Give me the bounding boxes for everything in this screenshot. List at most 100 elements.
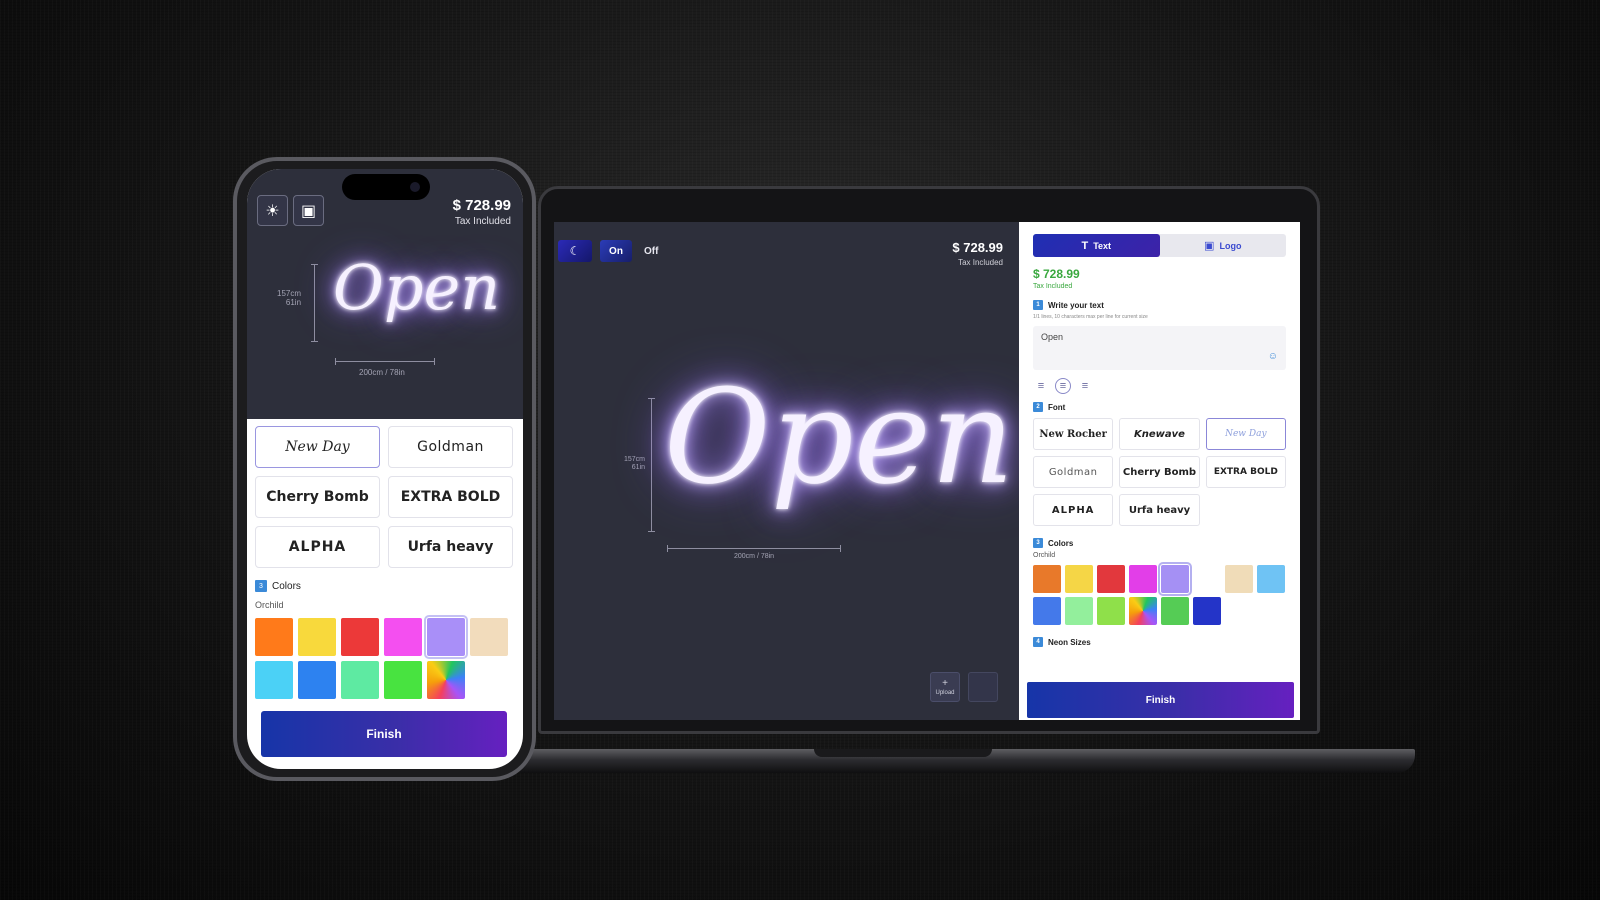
width-dimension-line: [335, 358, 435, 365]
phone-price-tax: Tax Included: [454, 216, 511, 227]
font-option-goldman[interactable]: Goldman: [1033, 456, 1114, 488]
color-swatch[interactable]: [1097, 565, 1125, 593]
color-swatch[interactable]: [424, 615, 468, 659]
section-colors: 3 Colors: [255, 580, 513, 592]
font-option-knewave[interactable]: Knewave: [1119, 418, 1200, 450]
color-swatch[interactable]: [1065, 597, 1093, 625]
text-align-group: ≡ ≡ ≡: [1033, 378, 1286, 394]
height-cm: 157cm: [624, 456, 646, 463]
text-limit-hint: 1/1 lines, 10 characters max per line fo…: [1033, 314, 1148, 320]
height-dimension-label: 157cm 61in: [624, 456, 645, 473]
moon-icon: ☾: [569, 244, 581, 258]
panel-price: $ 728.99 Tax Included: [1033, 267, 1286, 290]
tab-text-label: Text: [1093, 240, 1112, 251]
color-swatch[interactable]: [298, 618, 336, 656]
image-icon[interactable]: ▣: [293, 195, 324, 226]
dark-mode-button[interactable]: ☾: [558, 240, 592, 262]
font-option-cherry-bomb[interactable]: Cherry Bomb: [255, 476, 380, 518]
font-option-new-day[interactable]: New Day: [255, 426, 380, 468]
section-number: 3: [255, 580, 267, 592]
color-swatch[interactable]: [1193, 565, 1221, 593]
color-swatch[interactable]: [427, 661, 465, 699]
price-tax-note: Tax Included: [958, 258, 1003, 267]
color-swatch[interactable]: [298, 661, 336, 699]
section-neon-sizes: 4 Neon Sizes: [1033, 637, 1286, 647]
tab-logo[interactable]: ▣ Logo: [1160, 234, 1287, 257]
mode-tabs: T Text ▣ Logo: [1033, 234, 1286, 257]
neon-preview-area: ☾ On Off $ 728.99 Tax Included 157cm 61i…: [554, 222, 1019, 720]
section-write-text: 1 Write your text: [1033, 300, 1286, 310]
upload-background-button[interactable]: + Upload: [930, 672, 960, 702]
control-panel: T Text ▣ Logo $ 728.99 Tax Included 1 Wr…: [1019, 222, 1300, 720]
section-font: 2 Font: [1033, 402, 1286, 412]
font-option-extra-bold[interactable]: EXTRA BOLD: [1205, 456, 1286, 488]
price-amount: $ 728.99: [952, 240, 1003, 255]
height-in: 61in: [631, 464, 646, 472]
width-dimension-label: 200cm / 78in: [359, 368, 405, 377]
selected-color-name: Orchild: [255, 600, 284, 610]
align-left-icon[interactable]: ≡: [1033, 378, 1049, 394]
color-swatch-grid: [1033, 562, 1286, 625]
font-option-cherry-bomb[interactable]: Cherry Bomb: [1119, 456, 1200, 488]
color-swatch[interactable]: [341, 661, 379, 699]
width-dimension-line: [667, 545, 841, 552]
font-option-new-day[interactable]: New Day: [1205, 418, 1286, 450]
phone-price-amount: $ 728.99: [452, 197, 511, 214]
section-number: 3: [1033, 538, 1043, 548]
color-swatch[interactable]: [1129, 597, 1157, 625]
font-option-goldman[interactable]: Goldman: [388, 426, 513, 468]
color-swatch[interactable]: [384, 661, 422, 699]
light-on-button[interactable]: On: [600, 240, 632, 262]
color-swatch[interactable]: [1065, 565, 1093, 593]
background-thumbnail[interactable]: [968, 672, 998, 702]
section-title: Colors: [1048, 538, 1074, 548]
color-swatch[interactable]: [255, 618, 293, 656]
phone-screen: ☀ ▣ $ 728.99 Tax Included 157cm 61in Ope…: [247, 169, 523, 769]
width-dimension-label: 200cm / 78in: [734, 553, 775, 560]
tab-text[interactable]: T Text: [1033, 234, 1160, 257]
color-swatch-grid: [255, 615, 513, 699]
color-swatch[interactable]: [1097, 597, 1125, 625]
color-swatch[interactable]: [1033, 597, 1061, 625]
phone-toolbar: ☀ ▣: [257, 195, 324, 226]
finish-button[interactable]: Finish: [261, 711, 507, 757]
section-number: 4: [1033, 637, 1043, 647]
font-grid: New Rocher Knewave New Day Goldman Cherr…: [1033, 418, 1286, 526]
light-off-button[interactable]: Off: [640, 246, 662, 257]
phone-controls: New Day Goldman Cherry Bomb EXTRA BOLD A…: [247, 419, 523, 757]
phone-preview-area: ☀ ▣ $ 728.99 Tax Included 157cm 61in Ope…: [247, 169, 523, 419]
section-title: Font: [1048, 402, 1066, 412]
color-swatch[interactable]: [1033, 565, 1061, 593]
laptop-notch: [814, 749, 992, 757]
color-swatch[interactable]: [255, 661, 293, 699]
align-right-icon[interactable]: ≡: [1077, 378, 1093, 394]
font-option-new-rocher[interactable]: New Rocher: [1033, 418, 1114, 450]
color-swatch[interactable]: [1161, 597, 1189, 625]
color-swatch[interactable]: [1225, 565, 1253, 593]
font-option-extra-bold[interactable]: EXTRA BOLD: [388, 476, 513, 518]
font-option-alpha[interactable]: ALPHA: [1033, 494, 1114, 526]
color-swatch[interactable]: [470, 618, 508, 656]
section-number: 2: [1033, 402, 1043, 412]
align-center-icon[interactable]: ≡: [1055, 378, 1071, 394]
height-dimension-label: 157cm 61in: [277, 289, 301, 307]
font-option-urfa-heavy[interactable]: Urfa heavy: [388, 526, 513, 568]
font-option-urfa-heavy[interactable]: Urfa heavy: [1119, 494, 1200, 526]
section-title: Neon Sizes: [1048, 637, 1091, 647]
neon-text-input[interactable]: Open ☺: [1033, 326, 1286, 370]
color-swatch[interactable]: [1257, 565, 1285, 593]
panel-price-amount: $ 728.99: [1033, 267, 1080, 281]
emoji-icon[interactable]: ☺: [1268, 351, 1278, 362]
color-swatch[interactable]: [341, 618, 379, 656]
phone-price: $ 728.99 Tax Included: [453, 197, 511, 227]
color-swatch[interactable]: [1193, 597, 1221, 625]
text-icon: T: [1081, 239, 1089, 252]
color-swatch[interactable]: [1129, 565, 1157, 593]
height-cm: 157cm: [277, 289, 302, 298]
neon-sign-preview: Open: [664, 361, 1015, 513]
color-swatch[interactable]: [384, 618, 422, 656]
sun-icon[interactable]: ☀: [257, 195, 288, 226]
finish-button[interactable]: Finish: [1027, 682, 1294, 718]
color-swatch[interactable]: [1158, 562, 1192, 596]
font-option-alpha[interactable]: ALPHA: [255, 526, 380, 568]
